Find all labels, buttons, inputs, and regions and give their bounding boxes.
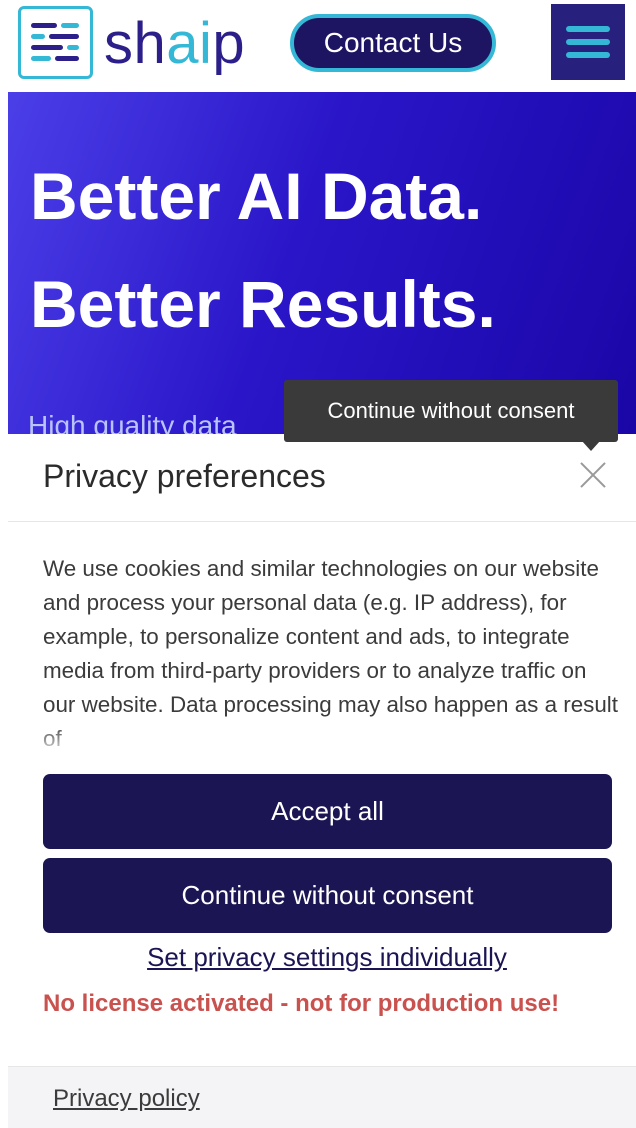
- contact-us-button[interactable]: Contact Us: [290, 14, 496, 72]
- menu-bar: [566, 52, 610, 58]
- hero-title: Better AI Data. Better Results.: [30, 142, 496, 358]
- menu-bar: [566, 26, 610, 32]
- brand-suffix: p: [212, 11, 246, 76]
- continue-without-consent-button[interactable]: Continue without consent: [43, 858, 612, 933]
- shaip-logo-icon[interactable]: [18, 6, 93, 79]
- text-fade-overlay: [8, 724, 636, 758]
- accept-all-button[interactable]: Accept all: [43, 774, 612, 849]
- site-header: shaip Contact Us: [0, 0, 636, 88]
- set-privacy-settings-link[interactable]: Set privacy settings individually: [0, 942, 636, 973]
- continue-without-consent-tooltip: Continue without consent: [284, 380, 618, 451]
- privacy-panel-title: Privacy preferences: [43, 458, 326, 494]
- privacy-preferences-panel: Privacy preferences We use cookies and s…: [0, 434, 636, 1128]
- close-icon[interactable]: [574, 456, 612, 494]
- panel-divider: [8, 521, 636, 522]
- hamburger-menu-icon[interactable]: [551, 4, 625, 80]
- hero-title-line-1: Better AI Data.: [30, 159, 483, 233]
- brand-prefix: sh: [104, 11, 167, 76]
- brand-wordmark[interactable]: shaip: [104, 8, 245, 80]
- privacy-policy-link[interactable]: Privacy policy: [53, 1085, 200, 1113]
- privacy-panel-footer: Privacy policy: [8, 1066, 636, 1128]
- menu-bar: [566, 39, 610, 45]
- privacy-description: We use cookies and similar technologies …: [43, 556, 619, 751]
- brand-ai: ai: [166, 11, 213, 76]
- hero-title-line-2: Better Results.: [30, 267, 496, 341]
- license-warning: No license activated - not for productio…: [43, 990, 560, 1017]
